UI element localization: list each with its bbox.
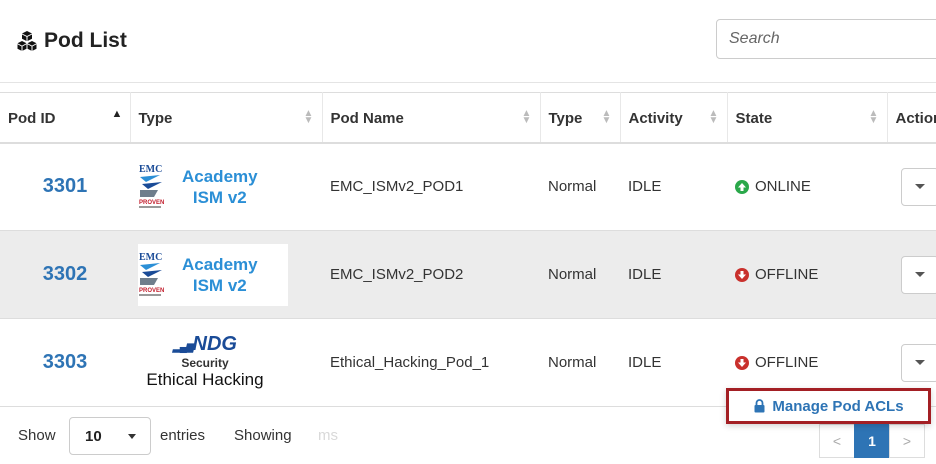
pod-table: Pod ID ▲ Type ▲ ▼ Pod Name ▲ ▼ Type ▲ ▼ Act… (0, 92, 936, 407)
ndg-security-logo: ▂▄▆NDG Security Ethical Hacking (146, 333, 264, 389)
pod-id-link[interactable]: 3303 (43, 351, 88, 373)
pod-id-cell: 3302 (0, 230, 130, 319)
pagination-next-button[interactable]: > (889, 424, 925, 458)
pod-id-cell: 3301 (0, 142, 130, 231)
action-cell (887, 230, 936, 319)
pod-id-link[interactable]: 3302 (43, 263, 88, 285)
col-header-activity[interactable]: Activity ▲ ▼ (620, 92, 728, 144)
arrow-up-circle-icon (735, 179, 749, 194)
sort-icon: ▲ ▼ (708, 108, 719, 126)
pagination-page-1[interactable]: 1 (854, 424, 890, 458)
status-badge: OFFLINE (735, 266, 887, 283)
emc-proven-logo-icon: EMC PROVEN (139, 164, 164, 208)
action-dropdown-button[interactable] (901, 255, 936, 294)
activity-cell: IDLE (620, 318, 727, 407)
status-badge: OFFLINE (735, 354, 887, 371)
col-header-state[interactable]: State ▲ ▼ (727, 92, 888, 144)
entries-label: entries (160, 427, 206, 444)
pod-name-cell: EMC_ISMv2_POD1 (322, 142, 540, 231)
state-cell: ONLINE (727, 142, 887, 231)
col-header-action: Action (887, 92, 936, 144)
type-cell: ▂▄▆NDG Security Ethical Hacking (130, 318, 322, 407)
pod-id-cell: 3303 (0, 318, 130, 407)
signal-bars-icon: ▂▄▆ (173, 342, 193, 353)
type-cell: EMC PROVEN Academy ISM v2 (130, 230, 322, 319)
cubes-icon (17, 31, 37, 51)
activity-cell: IDLE (620, 230, 727, 319)
show-label: Show (18, 427, 56, 444)
col-header-pod-name[interactable]: Pod Name ▲ ▼ (322, 92, 541, 144)
state-cell: OFFLINE (727, 230, 887, 319)
page-title: Pod List (16, 29, 127, 53)
page-length-select[interactable]: 10 (69, 417, 151, 455)
table-row: 3302 EMC PROVEN Academy ISM v2 EMC_ISMv2… (0, 230, 936, 319)
emc-academy-logo: EMC PROVEN Academy ISM v2 (138, 243, 288, 306)
table-row: 3301 EMC PROVEN Academy ISM v2 EMC_ISMv2… (0, 142, 936, 231)
showing-info-faded: ms (318, 427, 338, 444)
activity-cell: IDLE (620, 142, 727, 231)
action-cell (887, 142, 936, 231)
pod-type-cell: Normal (540, 318, 620, 407)
svg-text:EMC: EMC (139, 164, 162, 175)
pagination: < 1 > (819, 424, 925, 458)
pod-type-cell: Normal (540, 142, 620, 231)
pagination-prev-button[interactable]: < (819, 424, 855, 458)
col-header-pod-id[interactable]: Pod ID ▲ (0, 92, 131, 144)
panel-header: Pod List (0, 0, 936, 83)
col-header-pod-type[interactable]: Type ▲ ▼ (540, 92, 621, 144)
svg-text:EMC: EMC (139, 252, 162, 263)
pod-name-cell: Ethical_Hacking_Pod_1 (322, 318, 540, 407)
sort-asc-icon: ▲ (111, 108, 123, 120)
search-input[interactable] (716, 19, 936, 59)
lock-icon (754, 399, 765, 413)
sort-icon: ▲ ▼ (601, 108, 612, 126)
type-cell: EMC PROVEN Academy ISM v2 (130, 142, 322, 231)
action-dropdown-button[interactable] (901, 167, 936, 206)
page-title-label: Pod List (44, 29, 127, 52)
showing-info: Showing (234, 427, 292, 444)
action-dropdown-button[interactable] (901, 343, 936, 382)
caret-down-icon (128, 434, 136, 439)
pod-name-cell: EMC_ISMv2_POD2 (322, 230, 540, 319)
sort-icon: ▲ ▼ (521, 108, 532, 126)
status-badge: ONLINE (735, 178, 887, 195)
arrow-down-circle-icon (735, 267, 749, 282)
caret-down-icon (915, 272, 925, 277)
arrow-down-circle-icon (735, 355, 749, 370)
svg-text:PROVEN: PROVEN (139, 200, 164, 206)
emc-proven-logo-icon: EMC PROVEN (139, 252, 164, 296)
pod-type-cell: Normal (540, 230, 620, 319)
emc-academy-logo: EMC PROVEN Academy ISM v2 (138, 155, 288, 218)
col-header-type[interactable]: Type ▲ ▼ (130, 92, 323, 144)
sort-icon: ▲ ▼ (868, 108, 879, 126)
manage-pod-acls-menu-item[interactable]: Manage Pod ACLs (726, 388, 931, 424)
caret-down-icon (915, 360, 925, 365)
caret-down-icon (915, 184, 925, 190)
svg-text:PROVEN: PROVEN (139, 288, 164, 294)
sort-icon: ▲ ▼ (303, 108, 314, 126)
table-header-row: Pod ID ▲ Type ▲ ▼ Pod Name ▲ ▼ Type ▲ ▼ Act… (0, 92, 936, 144)
pod-id-link[interactable]: 3301 (43, 175, 88, 197)
